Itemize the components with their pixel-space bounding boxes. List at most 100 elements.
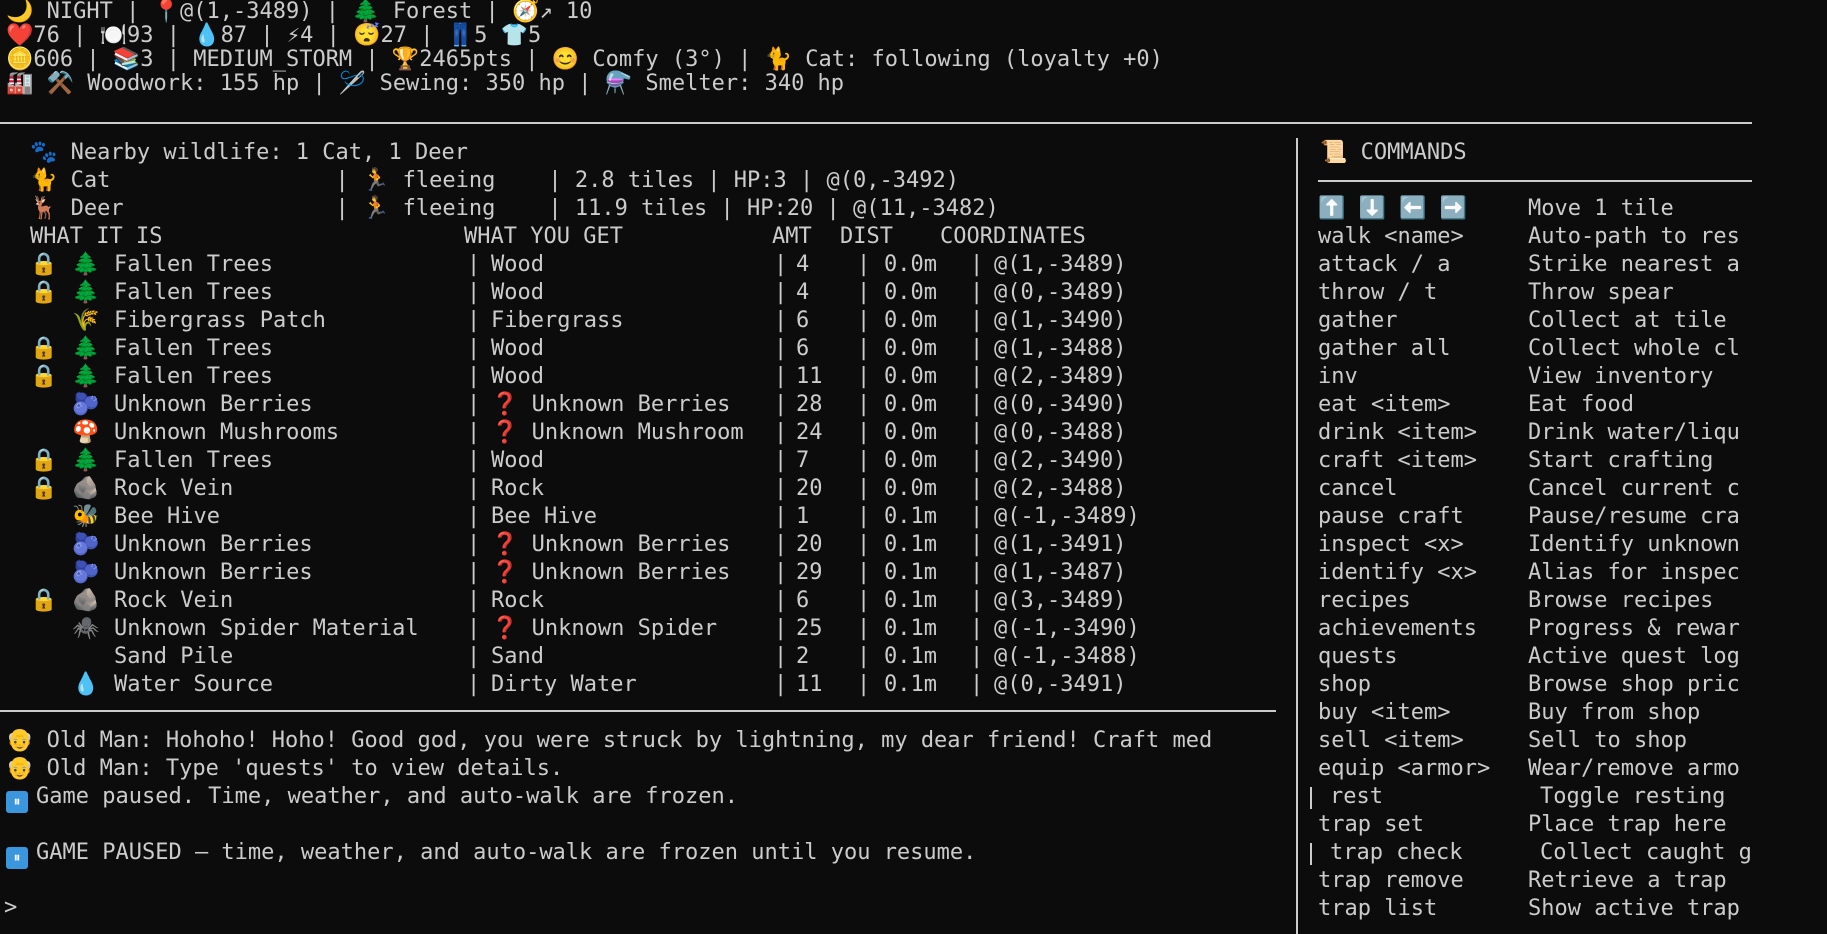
resource-icon: 🌲: [72, 364, 100, 389]
column-separator: |: [467, 672, 481, 697]
resource-yield: Rock: [491, 588, 544, 613]
panel-separator-fragment: [1310, 787, 1312, 809]
column-separator: |: [970, 560, 984, 585]
command-description: Pause/resume cra: [1528, 504, 1740, 529]
column-separator: |: [857, 672, 871, 697]
pause-icon: ⏸: [6, 791, 28, 813]
command-name[interactable]: rest: [1330, 783, 1383, 811]
resource-icon: 🌲: [72, 280, 100, 305]
resource-coordinates: @(2,-3488): [994, 476, 1127, 501]
command-name[interactable]: throw / t: [1318, 279, 1437, 307]
resource-name: Rock Vein: [114, 588, 234, 613]
column-separator: |: [857, 532, 871, 557]
command-prompt[interactable]: >: [4, 894, 17, 922]
command-name[interactable]: sell <item>: [1318, 727, 1464, 755]
column-separator: |: [970, 672, 984, 697]
command-name[interactable]: walk <name>: [1318, 223, 1464, 251]
column-separator: |: [857, 616, 871, 641]
resource-coordinates: @(2,-3489): [994, 364, 1127, 389]
resource-coordinates: @(-1,-3489): [994, 504, 1140, 529]
column-separator: |: [774, 364, 788, 389]
command-name[interactable]: trap set: [1318, 811, 1424, 839]
column-separator: |: [857, 448, 871, 473]
command-description: Move 1 tile: [1528, 196, 1674, 221]
resource-distance: 0.0m: [884, 252, 937, 277]
command-description: Alias for inspec: [1528, 560, 1740, 585]
command-name[interactable]: shop: [1318, 671, 1371, 699]
lock-icon: 🔒: [30, 476, 58, 501]
header-what-it-is: WHAT IT IS: [30, 224, 163, 249]
column-separator: |: [970, 476, 984, 501]
command-name[interactable]: gather all: [1318, 335, 1450, 363]
command-name[interactable]: buy <item>: [1318, 699, 1450, 727]
resource-name: Fallen Trees: [114, 252, 273, 277]
column-separator: |: [467, 616, 481, 641]
resource-distance: 0.0m: [884, 476, 937, 501]
command-name[interactable]: inv: [1318, 363, 1358, 391]
column-separator: |: [467, 252, 481, 277]
command-name[interactable]: drink <item>: [1318, 419, 1477, 447]
resource-coordinates: @(0,-3490): [994, 392, 1127, 417]
command-name[interactable]: achievements: [1318, 615, 1477, 643]
column-separator: |: [467, 504, 481, 529]
resource-distance: 0.0m: [884, 336, 937, 361]
lock-icon: 🔒: [30, 252, 58, 277]
resource-yield: ❓ Unknown Mushroom: [491, 420, 744, 445]
lock-icon: 🔒: [30, 336, 58, 361]
resource-amount: 4: [796, 252, 810, 277]
column-separator: |: [774, 252, 788, 277]
command-name[interactable]: trap remove: [1318, 867, 1464, 895]
command-description: Buy from shop: [1528, 700, 1701, 725]
command-name[interactable]: recipes: [1318, 587, 1411, 615]
column-separator: |: [774, 280, 788, 305]
resource-amount: 4: [796, 280, 810, 305]
commands-title: 📜 COMMANDS: [1320, 140, 1467, 165]
command-description: Start crafting: [1528, 448, 1714, 473]
command-description: Retrieve a trap: [1528, 868, 1727, 893]
resource-distance: 0.1m: [884, 672, 937, 697]
column-separator: |: [857, 252, 871, 277]
command-name[interactable]: gather: [1318, 307, 1397, 335]
column-separator: |: [774, 392, 788, 417]
resource-name: Unknown Berries: [114, 392, 313, 417]
resource-coordinates: @(1,-3488): [994, 336, 1127, 361]
column-separator: |: [857, 280, 871, 305]
resource-yield: Sand: [491, 644, 544, 669]
resource-name: Unknown Spider Material: [114, 616, 419, 641]
command-name[interactable]: identify <x>: [1318, 559, 1477, 587]
command-description: Drink water/liqu: [1528, 420, 1740, 445]
wildlife-row: 🐈 Cat | 🏃 fleeing | 2.8 tiles | HP:3 | @…: [30, 168, 959, 193]
command-description: Cancel current c: [1528, 476, 1740, 501]
resource-distance: 0.0m: [884, 280, 937, 305]
command-name[interactable]: eat <item>: [1318, 391, 1450, 419]
command-name[interactable]: cancel: [1318, 475, 1397, 503]
command-description: Eat food: [1528, 392, 1634, 417]
column-separator: |: [970, 644, 984, 669]
wildlife-row: 🦌 Deer | 🏃 fleeing | 11.9 tiles | HP:20 …: [30, 196, 999, 221]
header-divider: [0, 122, 1752, 124]
resource-distance: 0.1m: [884, 588, 937, 613]
command-name[interactable]: inspect <x>: [1318, 531, 1464, 559]
command-name[interactable]: ⬆️ ⬇️ ⬅️ ➡️: [1318, 195, 1467, 223]
command-description: Browse shop pric: [1528, 672, 1740, 697]
header-what-you-get: WHAT YOU GET: [464, 224, 623, 249]
resource-amount: 24: [796, 420, 823, 445]
command-name[interactable]: trap check: [1330, 839, 1462, 867]
command-name[interactable]: attack / a: [1318, 251, 1450, 279]
command-description: Progress & rewar: [1528, 616, 1740, 641]
resource-name: Fallen Trees: [114, 364, 273, 389]
log-divider: [0, 710, 1276, 712]
command-description: Auto-path to res: [1528, 224, 1740, 249]
command-name[interactable]: trap list: [1318, 895, 1437, 923]
command-name[interactable]: pause craft: [1318, 503, 1464, 531]
resource-distance: 0.1m: [884, 644, 937, 669]
column-separator: |: [970, 336, 984, 361]
resource-icon: 🐝: [72, 504, 100, 529]
column-separator: |: [857, 364, 871, 389]
log-message: ⏸ Game paused. Time, weather, and auto-wa…: [6, 783, 738, 813]
command-name[interactable]: quests: [1318, 643, 1397, 671]
command-name[interactable]: equip <armor>: [1318, 755, 1490, 783]
command-description: Collect at tile: [1528, 308, 1727, 333]
command-name[interactable]: craft <item>: [1318, 447, 1477, 475]
resource-amount: 7: [796, 448, 810, 473]
